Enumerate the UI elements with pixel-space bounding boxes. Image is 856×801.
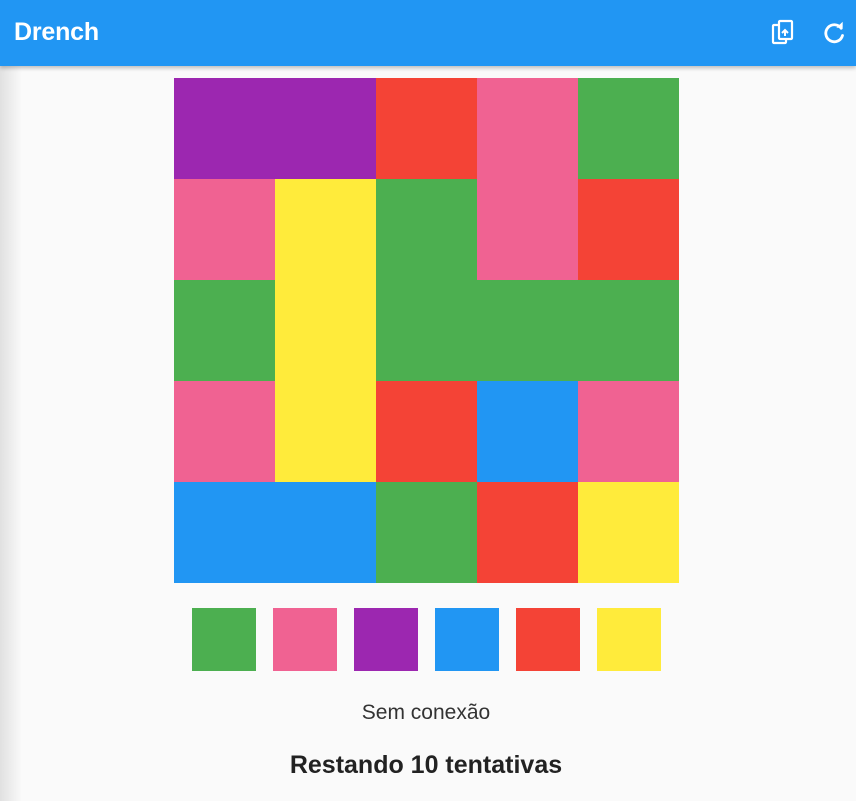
board-cell-yellow bbox=[275, 280, 376, 381]
refresh-icon bbox=[821, 20, 847, 46]
board-cell-yellow bbox=[275, 381, 376, 482]
board-cell-pink bbox=[174, 179, 275, 280]
color-button-purple[interactable] bbox=[354, 608, 418, 671]
board-cell-green bbox=[578, 280, 679, 381]
board-cell-pink bbox=[477, 78, 578, 179]
game-board[interactable] bbox=[174, 78, 679, 583]
board-cell-purple bbox=[174, 78, 275, 179]
left-edge-shadow bbox=[0, 66, 22, 801]
board-cell-green bbox=[174, 280, 275, 381]
copy-button[interactable] bbox=[765, 14, 803, 52]
board-cell-pink bbox=[477, 179, 578, 280]
connection-status: Sem conexão bbox=[361, 701, 491, 724]
board-cell-blue bbox=[174, 482, 275, 583]
color-button-green[interactable] bbox=[192, 608, 256, 671]
board-cell-pink bbox=[174, 381, 275, 482]
board-cell-green bbox=[376, 280, 477, 381]
board-cell-red bbox=[477, 482, 578, 583]
board-cell-green bbox=[578, 78, 679, 179]
board-cell-pink bbox=[578, 381, 679, 482]
app-bar: Drench bbox=[0, 0, 856, 66]
drench-app: Drench Sem conexão Restando 10 tentativa… bbox=[0, 0, 856, 801]
color-button-yellow[interactable] bbox=[597, 608, 661, 671]
color-button-red[interactable] bbox=[516, 608, 580, 671]
board-cell-red bbox=[376, 78, 477, 179]
refresh-button[interactable] bbox=[815, 14, 853, 52]
board-cell-green bbox=[477, 280, 578, 381]
copy-icon bbox=[771, 19, 797, 47]
board-cell-green bbox=[376, 179, 477, 280]
app-title: Drench bbox=[14, 18, 99, 46]
board-cell-yellow bbox=[578, 482, 679, 583]
color-palette bbox=[192, 608, 662, 671]
board-cell-purple bbox=[275, 78, 376, 179]
color-button-pink[interactable] bbox=[273, 608, 337, 671]
moves-remaining: Restando 10 tentativas bbox=[289, 751, 563, 779]
board-cell-red bbox=[578, 179, 679, 280]
color-button-blue[interactable] bbox=[435, 608, 499, 671]
board-cell-yellow bbox=[275, 179, 376, 280]
board-cell-green bbox=[376, 482, 477, 583]
board-cell-blue bbox=[275, 482, 376, 583]
board-cell-blue bbox=[477, 381, 578, 482]
board-cell-red bbox=[376, 381, 477, 482]
